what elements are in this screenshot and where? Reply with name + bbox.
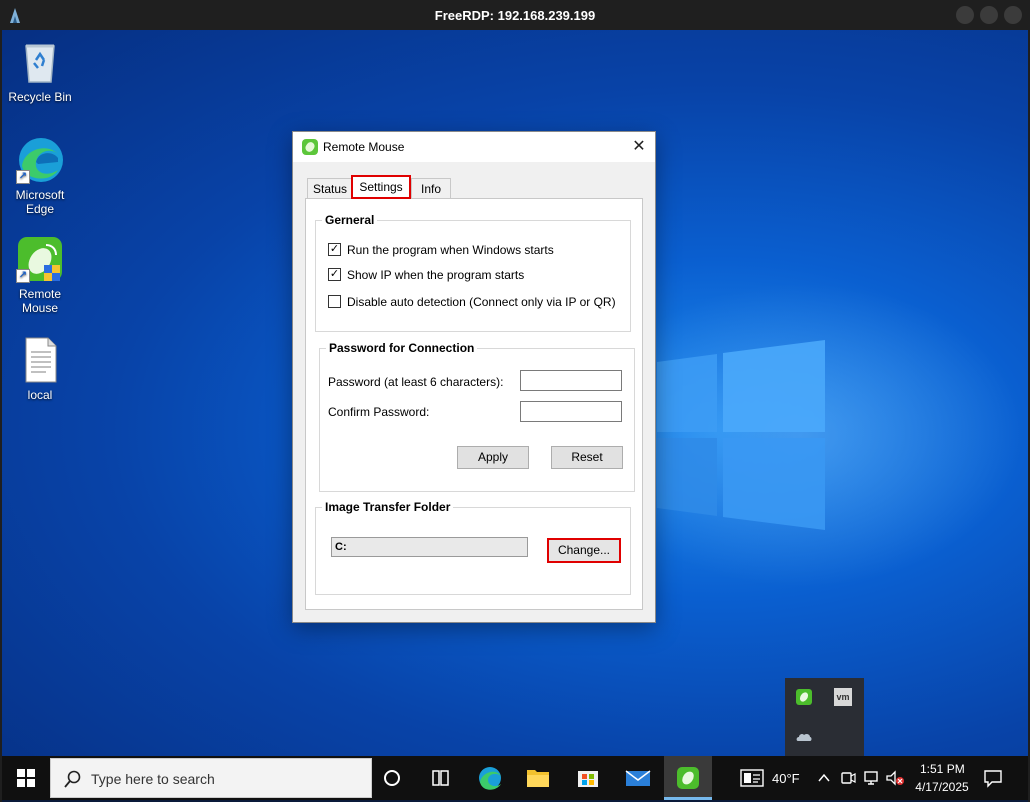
settings-tab-panel: Gerneral ✓ Run the program when Windows … bbox=[305, 198, 643, 610]
file-explorer-icon[interactable] bbox=[514, 756, 562, 800]
recycle-bin-label: Recycle Bin bbox=[8, 90, 72, 104]
password-label: Password (at least 6 characters): bbox=[328, 375, 504, 389]
password-group: Password for Connection Password (at lea… bbox=[319, 341, 635, 492]
volume-muted-icon[interactable] bbox=[885, 769, 905, 787]
windows-wallpaper-logo bbox=[657, 340, 825, 530]
clock-time[interactable]: 1:51 PM bbox=[920, 762, 965, 776]
run-at-startup-checkbox[interactable]: ✓ bbox=[328, 243, 341, 256]
cortana-icon[interactable] bbox=[368, 756, 416, 800]
mail-icon[interactable] bbox=[614, 756, 662, 800]
disable-auto-detection-checkbox[interactable] bbox=[328, 295, 341, 308]
task-view-icon[interactable] bbox=[416, 756, 464, 800]
tab-status[interactable]: Status bbox=[307, 178, 353, 198]
password-group-legend: Password for Connection bbox=[326, 341, 478, 355]
shortcut-arrow-icon: ↗ bbox=[16, 170, 30, 184]
text-file-icon bbox=[16, 336, 64, 384]
image-folder-legend: Image Transfer Folder bbox=[322, 500, 454, 514]
clock-date[interactable]: 4/17/2025 bbox=[912, 780, 972, 794]
desktop-icon-remote-mouse[interactable]: ↗ Remote Mouse bbox=[4, 235, 76, 315]
desktop-icon-recycle-bin[interactable]: Recycle Bin bbox=[4, 38, 76, 104]
image-folder-path-field: C: bbox=[331, 537, 528, 557]
news-weather-icon[interactable] bbox=[740, 769, 764, 787]
rdp-window-title: FreeRDP: 192.168.239.199 bbox=[434, 8, 596, 23]
remote-mouse-taskbar-button[interactable] bbox=[664, 756, 712, 800]
rdp-titlebar: FreeRDP: 192.168.239.199 bbox=[0, 0, 1030, 30]
image-transfer-folder-group: Image Transfer Folder C: Change... bbox=[315, 500, 631, 595]
edge-label: Microsoft Edge bbox=[15, 188, 65, 216]
desktop-icon-local[interactable]: local bbox=[4, 336, 76, 402]
start-button-windows-icon[interactable] bbox=[2, 756, 50, 800]
edge-taskbar-icon[interactable] bbox=[466, 756, 514, 800]
dialog-titlebar: Remote Mouse ✕ bbox=[293, 132, 655, 162]
show-ip-label[interactable]: Show IP when the program starts bbox=[347, 268, 524, 282]
remote-mouse-app-icon bbox=[302, 139, 318, 155]
tray-overflow-popup: vm bbox=[785, 678, 864, 756]
general-group-legend: Gerneral bbox=[322, 213, 378, 227]
reset-button[interactable]: Reset bbox=[551, 446, 623, 469]
network-icon[interactable] bbox=[863, 769, 881, 787]
dialog-title: Remote Mouse bbox=[323, 140, 405, 154]
local-file-label: local bbox=[27, 388, 53, 402]
recycle-bin-icon bbox=[16, 38, 64, 86]
change-folder-button[interactable]: Change... bbox=[547, 538, 621, 563]
tab-info[interactable]: Info bbox=[411, 178, 451, 198]
edge-icon: ↗ bbox=[16, 136, 64, 184]
notifications-icon[interactable] bbox=[983, 768, 1003, 788]
vmware-tray-icon[interactable]: vm bbox=[834, 688, 852, 706]
confirm-password-label: Confirm Password: bbox=[328, 405, 430, 419]
chevron-up-icon[interactable] bbox=[817, 771, 831, 785]
microsoft-store-icon[interactable] bbox=[564, 756, 612, 800]
confirm-password-field[interactable] bbox=[520, 401, 622, 422]
desktop-icon-microsoft-edge[interactable]: ↗ Microsoft Edge bbox=[4, 136, 76, 216]
onedrive-tray-icon[interactable] bbox=[795, 728, 813, 746]
password-field[interactable] bbox=[520, 370, 622, 391]
rdp-close-button[interactable] bbox=[1004, 6, 1022, 24]
remote-mouse-dialog: Remote Mouse ✕ Status Gerneral ✓ Run the… bbox=[292, 131, 656, 623]
search-icon bbox=[64, 770, 81, 788]
apply-button[interactable]: Apply bbox=[457, 446, 529, 469]
rdp-minimize-button[interactable] bbox=[956, 6, 974, 24]
remote-mouse-tray-icon[interactable] bbox=[795, 688, 813, 706]
meet-now-icon[interactable] bbox=[840, 769, 856, 787]
taskbar-search-box[interactable]: Type here to search bbox=[50, 758, 372, 798]
general-group: Gerneral ✓ Run the program when Windows … bbox=[315, 213, 631, 332]
tab-settings[interactable]: Settings bbox=[351, 175, 411, 199]
show-ip-checkbox[interactable]: ✓ bbox=[328, 268, 341, 281]
dialog-close-icon[interactable]: ✕ bbox=[629, 137, 649, 157]
weather-temperature[interactable]: 40°F bbox=[772, 771, 800, 786]
disable-auto-detection-label[interactable]: Disable auto detection (Connect only via… bbox=[347, 295, 616, 309]
shortcut-arrow-icon: ↗ bbox=[16, 269, 30, 283]
remote-mouse-label: Remote Mouse bbox=[18, 287, 62, 315]
search-placeholder: Type here to search bbox=[91, 771, 215, 787]
remote-mouse-icon: ↗ bbox=[16, 235, 64, 283]
taskbar: Type here to search 40°F 1:51 PM 4/17/20… bbox=[2, 756, 1028, 800]
rdp-maximize-button[interactable] bbox=[980, 6, 998, 24]
remote-mouse-taskbar-icon bbox=[677, 767, 699, 789]
run-at-startup-label[interactable]: Run the program when Windows starts bbox=[347, 243, 554, 257]
